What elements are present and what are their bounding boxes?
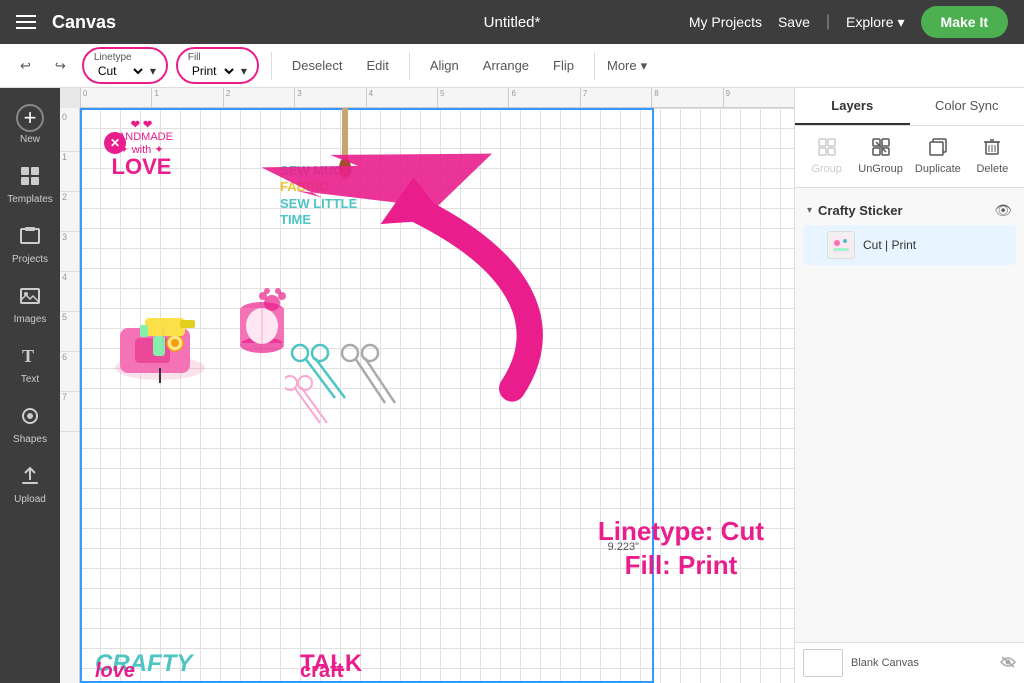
layer-group-eye-icon[interactable]: 👁 — [994, 202, 1012, 219]
top-nav: Canvas Untitled* My Projects Save | Expl… — [0, 0, 1024, 44]
sidebar-item-images-label: Images — [14, 314, 47, 325]
sidebar-item-templates[interactable]: Templates — [0, 157, 60, 213]
linetype-label: Linetype — [94, 52, 156, 63]
more-chevron-icon: ▾ — [641, 58, 648, 74]
images-icon — [19, 285, 41, 312]
new-icon: + — [16, 104, 44, 132]
scissors-group — [285, 338, 405, 433]
doc-title: Untitled* — [484, 14, 541, 31]
sidebar-item-new-label: New — [20, 134, 40, 145]
flip-button[interactable]: Flip — [545, 54, 582, 77]
sidebar-item-projects[interactable]: Projects — [0, 217, 60, 273]
fill-select[interactable]: Print None Color — [188, 63, 237, 79]
canvas-close-button[interactable]: ✕ — [104, 132, 126, 154]
edit-button[interactable]: Edit — [358, 54, 396, 77]
toolbar: ↩ ↪ Linetype Cut Draw Score Foil ▾ Fill … — [0, 44, 1024, 88]
blank-canvas-thumb — [803, 649, 843, 677]
paw-print — [255, 283, 290, 323]
left-sidebar: + New Templates Projects — [0, 88, 60, 683]
group-button[interactable]: Group — [803, 134, 850, 179]
duplicate-icon — [929, 138, 947, 161]
sidebar-item-upload-label: Upload — [14, 494, 46, 505]
toolbar-sep-2 — [409, 52, 410, 80]
hamburger-menu[interactable] — [16, 15, 36, 29]
fill-label: Fill — [188, 52, 247, 63]
delete-icon — [983, 138, 1001, 161]
layer-thumb — [827, 231, 855, 259]
grid-canvas: ✕ ❤ ❤ HANDMADE ✦ with ✦ LOVE SEW MUCH FA… — [80, 108, 794, 683]
linetype-select[interactable]: Cut Draw Score Foil — [94, 63, 146, 79]
shapes-icon — [19, 405, 41, 432]
upload-icon — [19, 465, 41, 492]
deselect-button[interactable]: Deselect — [284, 54, 351, 77]
my-projects-link[interactable]: My Projects — [689, 14, 762, 30]
layer-group-header[interactable]: ▾ Crafty Sticker 👁 — [803, 196, 1016, 225]
panel-tabs: Layers Color Sync — [795, 88, 1024, 126]
layer-group-chevron-icon: ▾ — [807, 205, 812, 216]
save-link[interactable]: Save — [778, 14, 810, 30]
sidebar-item-text-label: Text — [21, 374, 39, 385]
ungroup-button[interactable]: UnGroup — [854, 134, 907, 179]
main-layout: + New Templates Projects — [0, 88, 1024, 683]
fill-value: Print None Color ▾ — [188, 63, 247, 79]
chevron-down-icon: ▾ — [898, 14, 905, 31]
ruler-left: 0 1 2 3 4 5 6 7 — [60, 108, 80, 683]
layer-group-name: Crafty Sticker — [818, 203, 988, 218]
sidebar-item-projects-label: Projects — [12, 254, 48, 265]
nav-divider: | — [826, 13, 830, 31]
ruler-top: 0 1 2 3 4 5 6 7 8 9 — [80, 88, 794, 108]
fill-selector[interactable]: Fill Print None Color ▾ — [176, 47, 259, 84]
canvas-area[interactable]: 0 1 2 3 4 5 6 7 8 9 0 1 2 3 4 5 6 7 — [60, 88, 794, 683]
toolbar-sep-3 — [594, 52, 595, 80]
glue-gun — [135, 298, 205, 373]
fill-chevron-icon: ▾ — [241, 64, 247, 78]
panel-actions: Group UnGroup — [795, 126, 1024, 188]
ungroup-icon — [872, 138, 890, 161]
align-button[interactable]: Align — [422, 54, 467, 77]
app-title: Canvas — [52, 12, 116, 33]
nav-right: My Projects Save | Explore ▾ Make It — [689, 6, 1008, 38]
delete-button[interactable]: Delete — [969, 134, 1016, 179]
layer-item[interactable]: Cut | Print — [803, 225, 1016, 265]
sidebar-item-templates-label: Templates — [7, 194, 53, 205]
love-script: love — [95, 660, 135, 683]
right-panel: Layers Color Sync Group — [794, 88, 1024, 683]
redo-button[interactable]: ↪ — [47, 54, 74, 78]
svg-text:T: T — [22, 346, 34, 366]
make-it-button[interactable]: Make It — [921, 6, 1008, 38]
tab-color-sync[interactable]: Color Sync — [910, 88, 1024, 125]
toolbar-sep-1 — [271, 52, 272, 80]
layer-item-name: Cut | Print — [863, 238, 1008, 252]
sidebar-item-new[interactable]: + New — [0, 96, 60, 153]
sidebar-item-text[interactable]: T Text — [0, 337, 60, 393]
paintbrush — [320, 108, 370, 208]
undo-button[interactable]: ↩ — [12, 54, 39, 78]
templates-icon — [19, 165, 41, 192]
panel-bottom-bar: Blank Canvas — [795, 642, 1024, 683]
linetype-chevron-icon: ▾ — [150, 64, 156, 78]
arrange-button[interactable]: Arrange — [475, 54, 537, 77]
canvas-content[interactable]: ✕ ❤ ❤ HANDMADE ✦ with ✦ LOVE SEW MUCH FA… — [80, 108, 794, 683]
sidebar-item-upload[interactable]: Upload — [0, 457, 60, 513]
layer-tree: ▾ Crafty Sticker 👁 Cut | Print — [795, 188, 1024, 642]
craft-subtext: craft — [300, 660, 343, 683]
sidebar-item-images[interactable]: Images — [0, 277, 60, 333]
tab-layers[interactable]: Layers — [795, 88, 910, 125]
duplicate-button[interactable]: Duplicate — [911, 134, 965, 179]
sidebar-item-shapes[interactable]: Shapes — [0, 397, 60, 453]
annotation-text: Linetype: Cut Fill: Print — [598, 515, 764, 583]
text-icon: T — [19, 345, 41, 372]
blank-canvas-eye-icon[interactable] — [1000, 655, 1016, 671]
blank-canvas-label: Blank Canvas — [851, 657, 992, 669]
explore-btn[interactable]: Explore ▾ — [846, 14, 905, 31]
sidebar-item-shapes-label: Shapes — [13, 434, 47, 445]
linetype-selector[interactable]: Linetype Cut Draw Score Foil ▾ — [82, 47, 168, 84]
linetype-value: Cut Draw Score Foil ▾ — [94, 63, 156, 79]
projects-icon — [19, 225, 41, 252]
more-button[interactable]: More ▾ — [607, 58, 647, 74]
group-icon — [818, 138, 836, 161]
